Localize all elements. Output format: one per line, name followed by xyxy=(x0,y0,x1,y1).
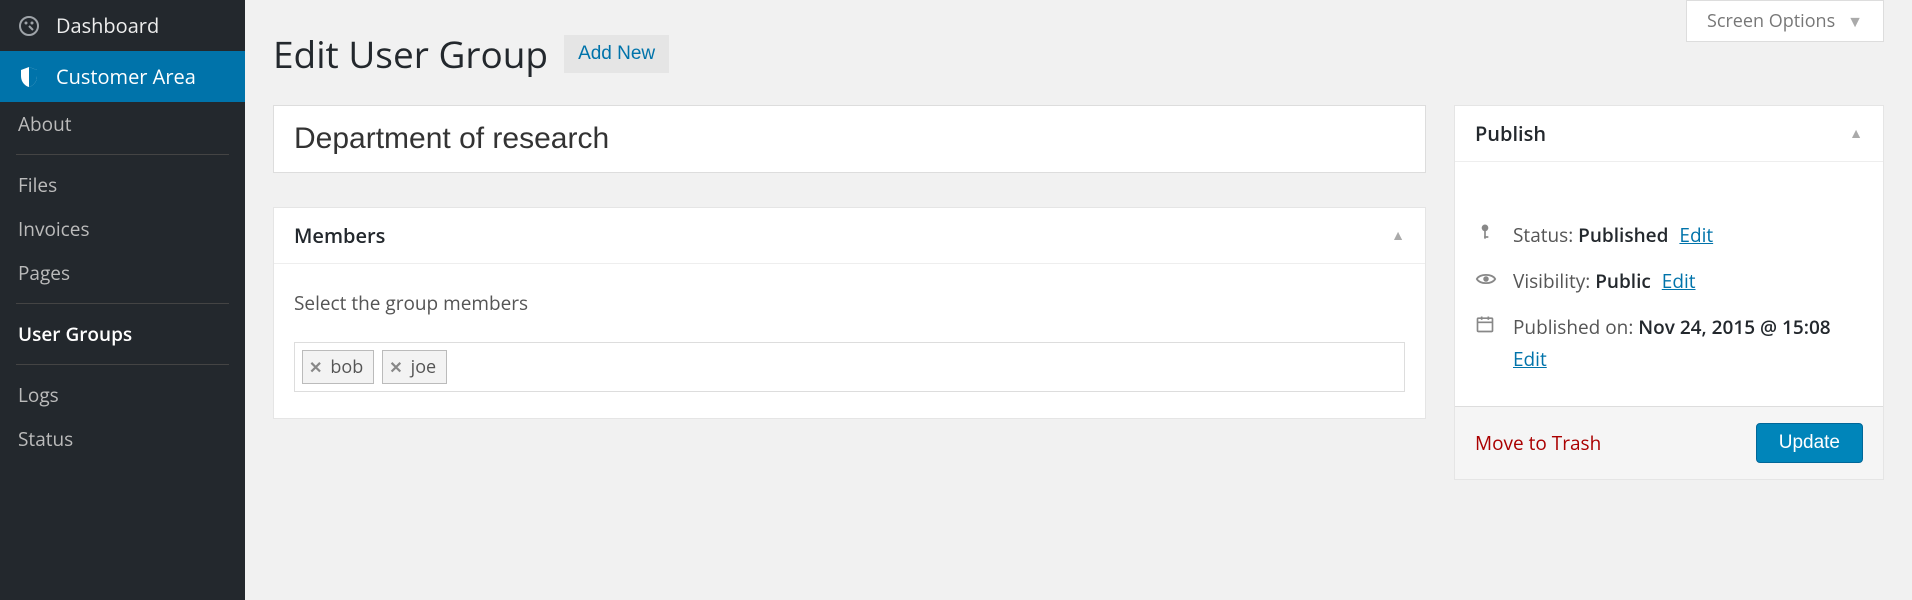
status-value: Published xyxy=(1578,222,1668,248)
sidebar-sub-user-groups[interactable]: User Groups xyxy=(0,312,245,356)
collapse-icon[interactable]: ▲ xyxy=(1391,226,1405,245)
move-to-trash-link[interactable]: Move to Trash xyxy=(1475,430,1601,456)
shield-icon xyxy=(16,64,42,90)
divider xyxy=(16,364,229,365)
sidebar-sub-invoices[interactable]: Invoices xyxy=(0,207,245,251)
dashboard-icon xyxy=(16,13,42,39)
publish-status-row: Status: Published Edit xyxy=(1475,222,1863,248)
publish-visibility-row: Visibility: Public Edit xyxy=(1475,268,1863,294)
admin-sidebar: Dashboard Customer Area About Files Invo… xyxy=(0,0,245,600)
page-header: Edit User Group Add New xyxy=(273,0,1884,79)
visibility-value: Public xyxy=(1595,268,1651,294)
add-new-button[interactable]: Add New xyxy=(564,35,669,73)
member-tag: ✕ joe xyxy=(382,350,447,384)
member-tag: ✕ bob xyxy=(302,350,374,384)
member-tag-label: joe xyxy=(411,355,436,379)
post-title-input[interactable] xyxy=(273,105,1426,173)
pubdate-label: Published on: xyxy=(1513,314,1633,340)
visibility-label: Visibility: xyxy=(1513,268,1590,294)
sidebar-sub-status[interactable]: Status xyxy=(0,417,245,461)
status-label: Status: xyxy=(1513,222,1573,248)
main-content: Screen Options ▼ Edit User Group Add New… xyxy=(245,0,1912,600)
update-button[interactable]: Update xyxy=(1756,423,1863,463)
sidebar-sub-pages[interactable]: Pages xyxy=(0,251,245,295)
page-title: Edit User Group xyxy=(273,28,548,79)
members-tag-input[interactable]: ✕ bob ✕ joe xyxy=(294,342,1405,392)
collapse-icon[interactable]: ▲ xyxy=(1849,124,1863,143)
publish-box: Publish ▲ Status: Published Edit xyxy=(1454,105,1884,480)
remove-tag-icon[interactable]: ✕ xyxy=(309,356,322,378)
screen-options-toggle[interactable]: Screen Options ▼ xyxy=(1686,0,1884,42)
divider xyxy=(16,303,229,304)
sidebar-item-label: Customer Area xyxy=(56,63,196,90)
calendar-icon xyxy=(1475,314,1501,334)
publish-date-row: Published on: Nov 24, 2015 @ 15:08 xyxy=(1475,314,1863,340)
sidebar-sub-about[interactable]: About xyxy=(0,102,245,146)
screen-options-label: Screen Options xyxy=(1707,9,1835,33)
sidebar-sub-logs[interactable]: Logs xyxy=(0,373,245,417)
key-icon xyxy=(1475,222,1501,242)
edit-status-link[interactable]: Edit xyxy=(1679,222,1713,248)
sidebar-sub-files[interactable]: Files xyxy=(0,163,245,207)
publish-box-title: Publish xyxy=(1475,120,1546,147)
members-box: Members ▲ Select the group members ✕ bob… xyxy=(273,207,1426,419)
eye-icon xyxy=(1475,268,1501,290)
pubdate-value: Nov 24, 2015 @ 15:08 xyxy=(1638,314,1830,340)
members-box-title: Members xyxy=(294,222,385,249)
sidebar-item-dashboard[interactable]: Dashboard xyxy=(0,0,245,51)
member-tag-label: bob xyxy=(330,355,363,379)
sidebar-item-customer-area[interactable]: Customer Area xyxy=(0,51,245,102)
edit-date-link[interactable]: Edit xyxy=(1513,346,1547,372)
members-label: Select the group members xyxy=(294,290,1405,316)
divider xyxy=(16,154,229,155)
chevron-down-icon: ▼ xyxy=(1847,10,1863,32)
sidebar-item-label: Dashboard xyxy=(56,12,159,39)
edit-visibility-link[interactable]: Edit xyxy=(1662,268,1696,294)
remove-tag-icon[interactable]: ✕ xyxy=(389,356,402,378)
